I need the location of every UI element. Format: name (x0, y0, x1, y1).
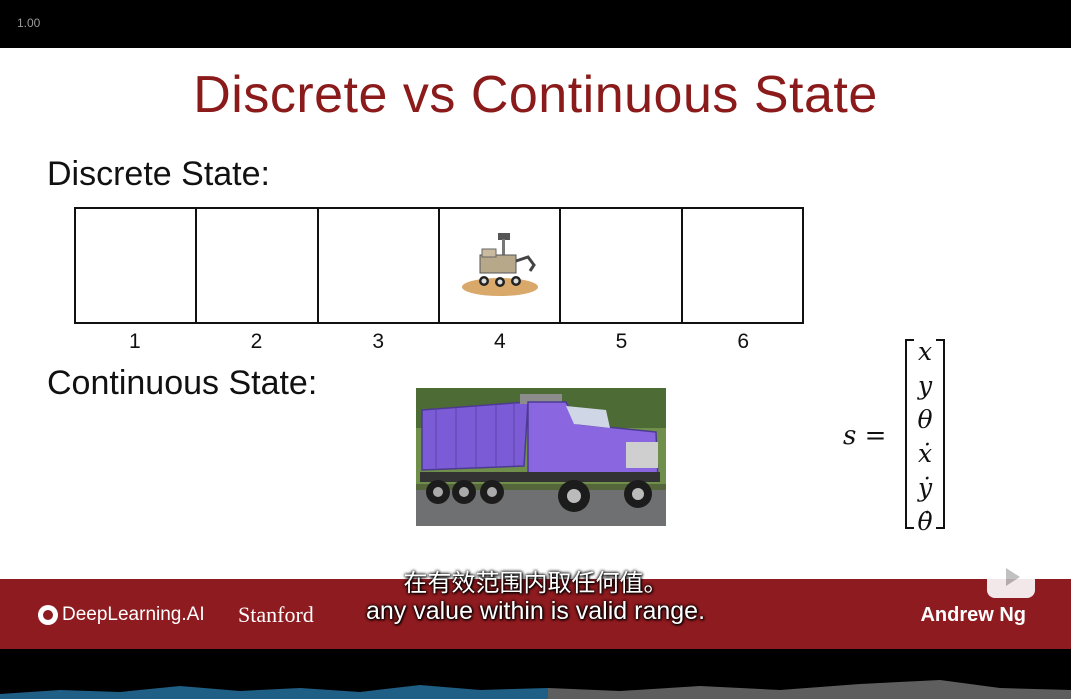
grid-cell (561, 209, 683, 322)
cell-numbers: 1 2 3 4 5 6 (74, 330, 804, 354)
playback-speed[interactable]: 1.00 (17, 16, 40, 30)
audio-waveform-progress[interactable] (0, 676, 1071, 699)
grid-cell (683, 209, 802, 322)
cell-number: 5 (615, 330, 628, 353)
continuous-state-label: Continuous State: (47, 364, 318, 402)
subtitle-english: any value within is valid range. (365, 597, 706, 625)
subtitle-chinese: 在有效范围内取任何值。 (403, 569, 668, 597)
cell-number: 1 (128, 330, 141, 353)
state-component: x (917, 337, 933, 366)
dump-truck-image (416, 388, 666, 526)
state-vector-brackets: x y θ ẋ ẏ θ̇ (905, 337, 945, 536)
state-component: y (917, 371, 933, 400)
discrete-state-label: Discrete State: (47, 155, 270, 193)
state-symbol: s = (843, 421, 887, 451)
cell-number: 4 (494, 330, 506, 353)
lecture-slide: Discrete vs Continuous State Discrete St… (0, 48, 1071, 579)
cell-number: 2 (250, 330, 263, 353)
state-component: θ̇ (917, 507, 933, 536)
discrete-state-grid (74, 207, 804, 324)
grid-cell (76, 209, 198, 322)
state-vector: s = x y θ ẋ ẏ θ̇ (843, 333, 953, 543)
state-component: θ (917, 405, 933, 434)
player-top-bar: 1.00 (0, 0, 1071, 48)
state-component: ẋ (917, 439, 933, 468)
play-icon[interactable] (987, 556, 1035, 598)
grid-cell (319, 209, 440, 322)
grid-cell (197, 209, 319, 322)
mars-rover-image (461, 233, 538, 296)
grid-cell-rover (440, 209, 562, 322)
slide-title: Discrete vs Continuous State (193, 66, 878, 124)
cell-number: 6 (737, 330, 750, 353)
cell-number: 3 (372, 330, 385, 353)
state-component: ẏ (917, 473, 933, 502)
